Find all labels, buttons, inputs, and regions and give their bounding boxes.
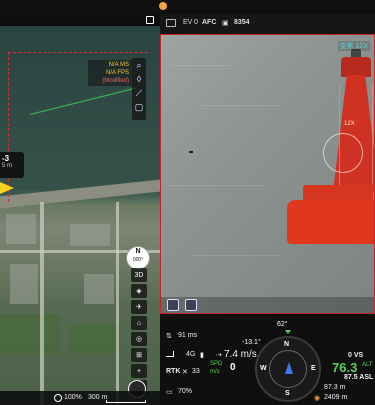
- rtk-sats: 33: [192, 368, 200, 375]
- dial-south: S: [285, 390, 290, 397]
- rtk-label: RTK: [166, 368, 181, 375]
- scale-bar: [106, 400, 146, 403]
- dial-west: W: [260, 365, 267, 372]
- latency-value: 91 ms: [178, 332, 198, 339]
- map-field: [0, 314, 60, 354]
- top-bar: [0, 0, 375, 14]
- zoom-icon: [54, 394, 62, 402]
- expand-icon[interactable]: [146, 16, 154, 24]
- storage-icon: ▣: [222, 20, 229, 27]
- map-road: [40, 202, 44, 405]
- grid-view-icon[interactable]: [167, 299, 179, 311]
- afc-label[interactable]: AFC: [202, 19, 216, 26]
- map-toolbar: ⌕ ◊ ⟋ ▢: [132, 58, 146, 120]
- buoy-marking: 12X: [344, 121, 355, 127]
- zoom-level: 100%: [64, 394, 82, 401]
- alt-label: ALT: [362, 362, 373, 368]
- aircraft-locate-icon[interactable]: ✈: [131, 300, 147, 314]
- heading-value: 62°: [277, 321, 288, 328]
- camera-header: EV 0 AFC ▣ 8354: [160, 14, 375, 34]
- latency-icon: ⇅: [166, 333, 172, 340]
- camera-footer: [161, 297, 374, 313]
- ruler-icon[interactable]: ⟋: [132, 86, 146, 100]
- map-building: [6, 214, 36, 244]
- map-building: [70, 224, 110, 246]
- link-4g: 4G: [186, 351, 196, 358]
- satellite-icon: ✕: [182, 369, 188, 376]
- signal-icon: [166, 351, 176, 359]
- camera-feed[interactable]: 12X 变焦 12X: [160, 34, 375, 314]
- pitch-value: -13.1°: [242, 339, 261, 346]
- dial-east: E: [311, 365, 316, 372]
- buoy-cap: [341, 57, 371, 77]
- pin-icon[interactable]: ◊: [132, 72, 146, 86]
- 3d-button[interactable]: 3D: [131, 268, 147, 282]
- overlay-ms: N/A MS: [108, 62, 129, 68]
- overlay-modified: (Modified): [102, 78, 129, 84]
- map-road: [116, 202, 119, 405]
- status-dot: [159, 2, 167, 10]
- map-overlay-info: N/A MS N/A FPS (Modified): [88, 60, 132, 86]
- grid-icon[interactable]: ⊞: [131, 348, 147, 362]
- bird: [189, 151, 193, 153]
- hspeed-icon: ⇢: [216, 352, 222, 359]
- map-building: [10, 264, 38, 304]
- aircraft-icon: [0, 182, 14, 194]
- wave: [191, 255, 281, 256]
- wave: [165, 185, 265, 186]
- waypoint-label[interactable]: -3 5 m: [0, 152, 24, 178]
- zoom-badge: 变焦 12X: [337, 41, 370, 51]
- heading-marker: [285, 330, 291, 334]
- camera-icon[interactable]: [166, 19, 176, 27]
- range-value: 2409 m: [324, 394, 348, 401]
- dial-north: N: [284, 341, 290, 348]
- home-dist: 87.3 m: [324, 384, 346, 391]
- map-field: [70, 324, 120, 354]
- home-icon[interactable]: ⌂: [131, 316, 147, 330]
- aircraft-heading-icon: [285, 362, 293, 374]
- bars-icon: ▮: [200, 352, 204, 359]
- storage-value: 8354: [234, 19, 250, 26]
- map-side-buttons: 3D ◈ ✈ ⌂ ◎ ⊞ + −: [131, 268, 147, 396]
- battery-value: 70%: [178, 388, 193, 395]
- hspeed-value: 7.4 m/s: [224, 349, 257, 360]
- map-footer: 100% 300 m: [0, 391, 160, 405]
- range-icon: ◉: [314, 395, 321, 402]
- map-view[interactable]: N/A MS N/A FPS (Modified) -3 5 m ⌕ ◊ ⟋ ▢…: [0, 14, 160, 405]
- spd-unit: m/s: [210, 369, 220, 375]
- alt-value: 76.3: [332, 360, 358, 375]
- frame-icon[interactable]: ▢: [132, 100, 146, 114]
- layers-icon[interactable]: ◈: [131, 284, 147, 298]
- attitude-dial: N E S W: [255, 336, 321, 402]
- spd-value: 0: [230, 362, 236, 373]
- ev-value[interactable]: 0: [194, 19, 198, 26]
- compass-north: N: [135, 248, 141, 255]
- scale-label: 300 m: [88, 394, 108, 401]
- target-icon[interactable]: ◎: [131, 332, 147, 346]
- alt-asl: 87.5 ASL: [344, 374, 374, 381]
- compass-degree: 000°: [132, 257, 144, 263]
- waypoint-distance: 5 m: [2, 163, 13, 169]
- buoy-hull: [287, 200, 374, 244]
- map-compass[interactable]: N 000°: [126, 246, 150, 270]
- wave: [201, 105, 281, 106]
- battery-icon: ▭: [166, 389, 173, 396]
- focus-reticle[interactable]: [323, 133, 363, 173]
- ev-label: EV: [183, 19, 193, 26]
- search-icon[interactable]: ⌕: [132, 58, 146, 72]
- photo-icon[interactable]: [185, 299, 197, 311]
- vs-label: 0 VS: [348, 352, 364, 359]
- overlay-fps: N/A FPS: [105, 70, 129, 76]
- map-building: [84, 274, 114, 304]
- waypoint-number: -3: [2, 154, 10, 163]
- zoom-in-button[interactable]: +: [131, 364, 147, 378]
- spd-label: SPD: [210, 361, 223, 367]
- wave: [171, 65, 231, 66]
- telemetry-panel: ⇅ 91 ms 4G ▮ ⇢ 7.4 m/s RTK ✕ 33 SPD m/s …: [160, 314, 375, 405]
- map-header: [0, 14, 160, 26]
